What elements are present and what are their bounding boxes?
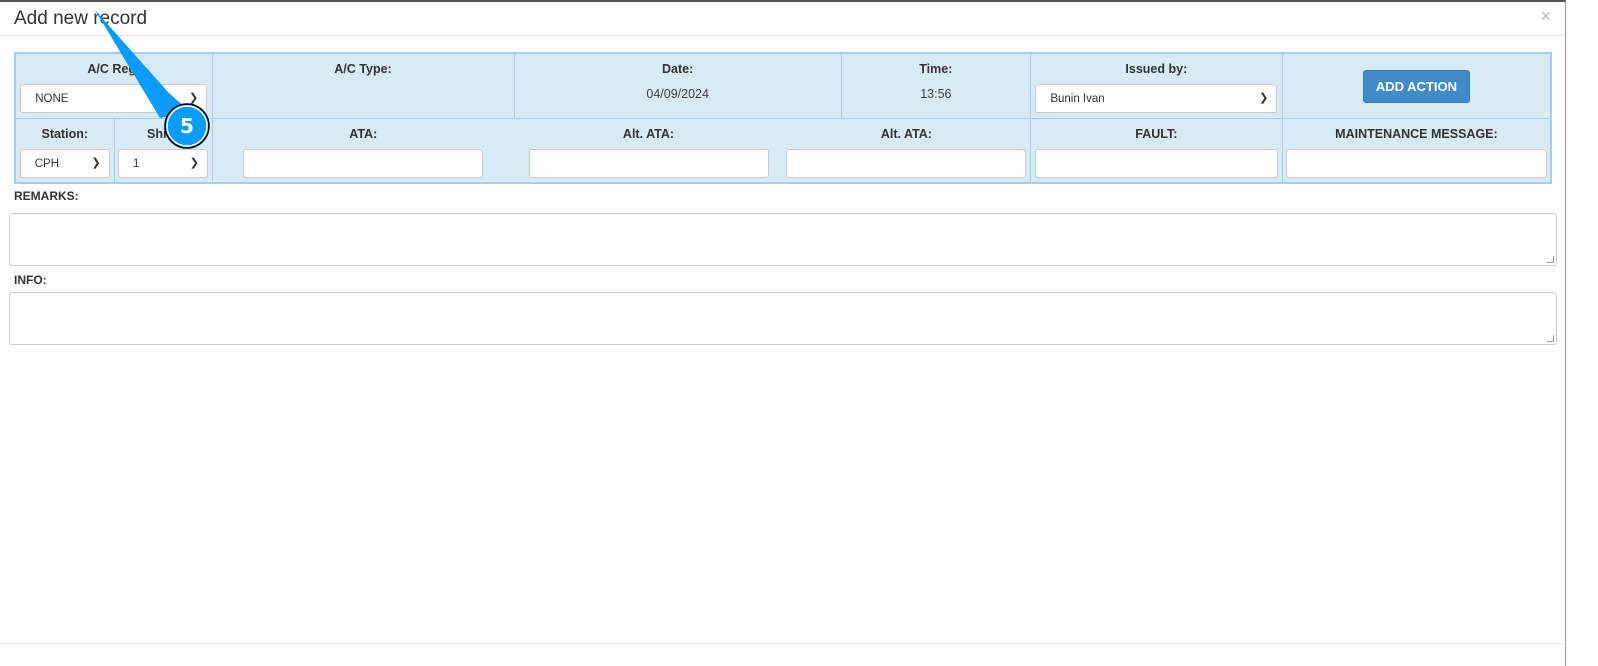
ata-label: ATA: bbox=[349, 126, 378, 141]
station-value: CPH bbox=[34, 157, 60, 170]
record-form-table: A/C Reg: NONE ❯ A/C Type: Date: 04/09/202… bbox=[14, 52, 1552, 184]
date-value: 04/09/2024 bbox=[646, 87, 709, 101]
station-label: Station: bbox=[41, 126, 89, 141]
alt-ata-input-2[interactable] bbox=[786, 148, 1027, 178]
time-label: Time: bbox=[919, 62, 953, 76]
add-action-button[interactable]: ADD ACTION bbox=[1362, 70, 1470, 103]
maintenance-message-input[interactable] bbox=[1285, 148, 1547, 178]
station-select[interactable]: CPH ❯ bbox=[19, 148, 110, 178]
remarks-textarea[interactable] bbox=[9, 213, 1557, 266]
date-label: Date: bbox=[662, 62, 694, 76]
time-value: 13:56 bbox=[920, 87, 952, 101]
shift-value: 1 bbox=[133, 157, 140, 170]
chevron-down-icon: ❯ bbox=[91, 156, 101, 169]
chevron-down-icon: ❯ bbox=[189, 92, 199, 104]
fault-input[interactable] bbox=[1034, 148, 1278, 178]
close-icon[interactable]: × bbox=[1540, 6, 1551, 27]
info-textarea[interactable] bbox=[9, 292, 1557, 345]
ac-type-label: A/C Type: bbox=[334, 62, 392, 76]
alt-ata-input-1[interactable] bbox=[528, 148, 769, 178]
ata-input[interactable] bbox=[243, 148, 484, 178]
modal-title: Add new record bbox=[14, 8, 148, 29]
issued-by-label: Issued by: bbox=[1125, 62, 1188, 76]
chevron-down-icon: ❯ bbox=[1259, 92, 1269, 104]
remarks-label: REMARKS: bbox=[14, 189, 79, 203]
modal-header: Add new record × bbox=[0, 2, 1565, 36]
alt-ata-label: Alt. ATA: bbox=[880, 126, 932, 141]
add-record-modal: Add new record × A/C Reg: NONE ❯ A/C Type… bbox=[0, 0, 1566, 666]
shift-select[interactable]: 1 ❯ bbox=[118, 148, 208, 178]
ac-reg-select[interactable]: NONE ❯ bbox=[20, 84, 208, 113]
info-label: INFO: bbox=[14, 273, 47, 287]
ac-reg-value: NONE bbox=[35, 93, 69, 105]
ac-reg-label: A/C Reg: bbox=[87, 62, 141, 76]
modal-footer-divider bbox=[0, 643, 1566, 644]
fault-label: FAULT: bbox=[1135, 126, 1178, 141]
maintenance-message-label: MAINTENANCE MESSAGE: bbox=[1335, 126, 1498, 141]
chevron-down-icon: ❯ bbox=[189, 156, 199, 169]
alt-ata-label: Alt. ATA: bbox=[622, 126, 675, 141]
shift-label: Shift: bbox=[147, 126, 179, 141]
issued-by-select[interactable]: Bunin Ivan ❯ bbox=[1035, 84, 1278, 113]
issued-by-value: Bunin Ivan bbox=[1050, 93, 1105, 105]
